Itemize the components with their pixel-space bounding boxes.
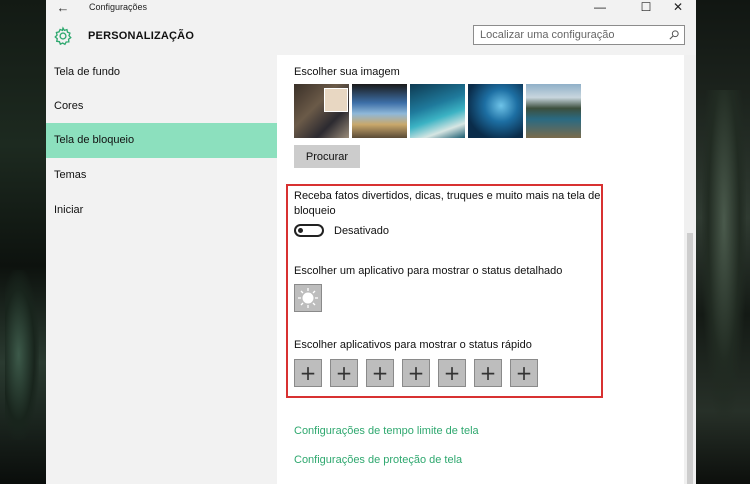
screen-timeout-link[interactable]: Configurações de tempo limite de tela xyxy=(294,425,479,437)
search-box[interactable] xyxy=(473,25,685,45)
title-bar: ← Configurações — ☐ ✕ xyxy=(46,0,696,17)
close-button[interactable]: ✕ xyxy=(660,0,696,16)
quick-status-slot-1[interactable]: + xyxy=(294,359,322,387)
scrollbar[interactable] xyxy=(684,55,696,484)
sidebar-item-cores[interactable]: Cores xyxy=(46,89,277,124)
toggle-knob xyxy=(298,228,303,233)
content-pane: Escolher sua imagem Procurar Receba fato… xyxy=(277,55,696,484)
settings-window: ← Configurações — ☐ ✕ PERSONALIZAÇÃO Tel… xyxy=(46,0,696,484)
sidebar-item-tela-de-fundo[interactable]: Tela de fundo xyxy=(46,55,277,90)
window-title: Configurações xyxy=(89,2,148,12)
minimize-button[interactable]: — xyxy=(582,0,618,16)
quick-status-slot-4[interactable]: + xyxy=(402,359,430,387)
sidebar-item-temas[interactable]: Temas xyxy=(46,158,277,193)
sidebar: Tela de fundo Cores Tela de bloqueio Tem… xyxy=(46,55,277,484)
browse-button[interactable]: Procurar xyxy=(294,145,360,168)
page-title: PERSONALIZAÇÃO xyxy=(88,30,195,42)
fun-facts-label: Receba fatos divertidos, dicas, truques … xyxy=(294,190,601,217)
quick-status-slot-3[interactable]: + xyxy=(366,359,394,387)
quick-status-slot-6[interactable]: + xyxy=(474,359,502,387)
image-thumbnail[interactable] xyxy=(526,84,581,138)
detail-status-app-button[interactable] xyxy=(294,284,322,312)
back-arrow-icon[interactable]: ← xyxy=(56,0,70,16)
image-thumbnail[interactable] xyxy=(352,84,407,138)
wallpaper-left-strip xyxy=(0,0,46,484)
settings-header: PERSONALIZAÇÃO xyxy=(46,17,696,55)
sidebar-item-iniciar[interactable]: Iniciar xyxy=(46,193,277,228)
search-icon[interactable] xyxy=(669,30,679,40)
scrollbar-thumb[interactable] xyxy=(687,233,693,484)
screen-saver-link[interactable]: Configurações de proteção de tela xyxy=(294,454,462,466)
sidebar-item-tela-de-bloqueio[interactable]: Tela de bloqueio xyxy=(46,123,277,158)
image-thumbnail[interactable] xyxy=(468,84,523,138)
choose-image-label: Escolher sua imagem xyxy=(294,66,400,78)
search-input[interactable] xyxy=(480,28,660,42)
fun-facts-toggle[interactable] xyxy=(294,224,324,237)
image-thumbnail[interactable] xyxy=(410,84,465,138)
toggle-state-label: Desativado xyxy=(334,225,390,237)
quick-status-slot-7[interactable]: + xyxy=(510,359,538,387)
quick-status-slot-5[interactable]: + xyxy=(438,359,466,387)
sun-icon xyxy=(298,288,318,308)
gear-icon xyxy=(54,26,72,46)
wallpaper-right-strip xyxy=(696,0,750,484)
quick-status-label: Escolher aplicativos para mostrar o stat… xyxy=(294,339,532,351)
quick-status-slot-2[interactable]: + xyxy=(330,359,358,387)
detail-status-label: Escolher um aplicativo para mostrar o st… xyxy=(294,265,563,277)
image-thumbnail[interactable] xyxy=(294,84,349,138)
maximize-button[interactable]: ☐ xyxy=(628,0,664,16)
